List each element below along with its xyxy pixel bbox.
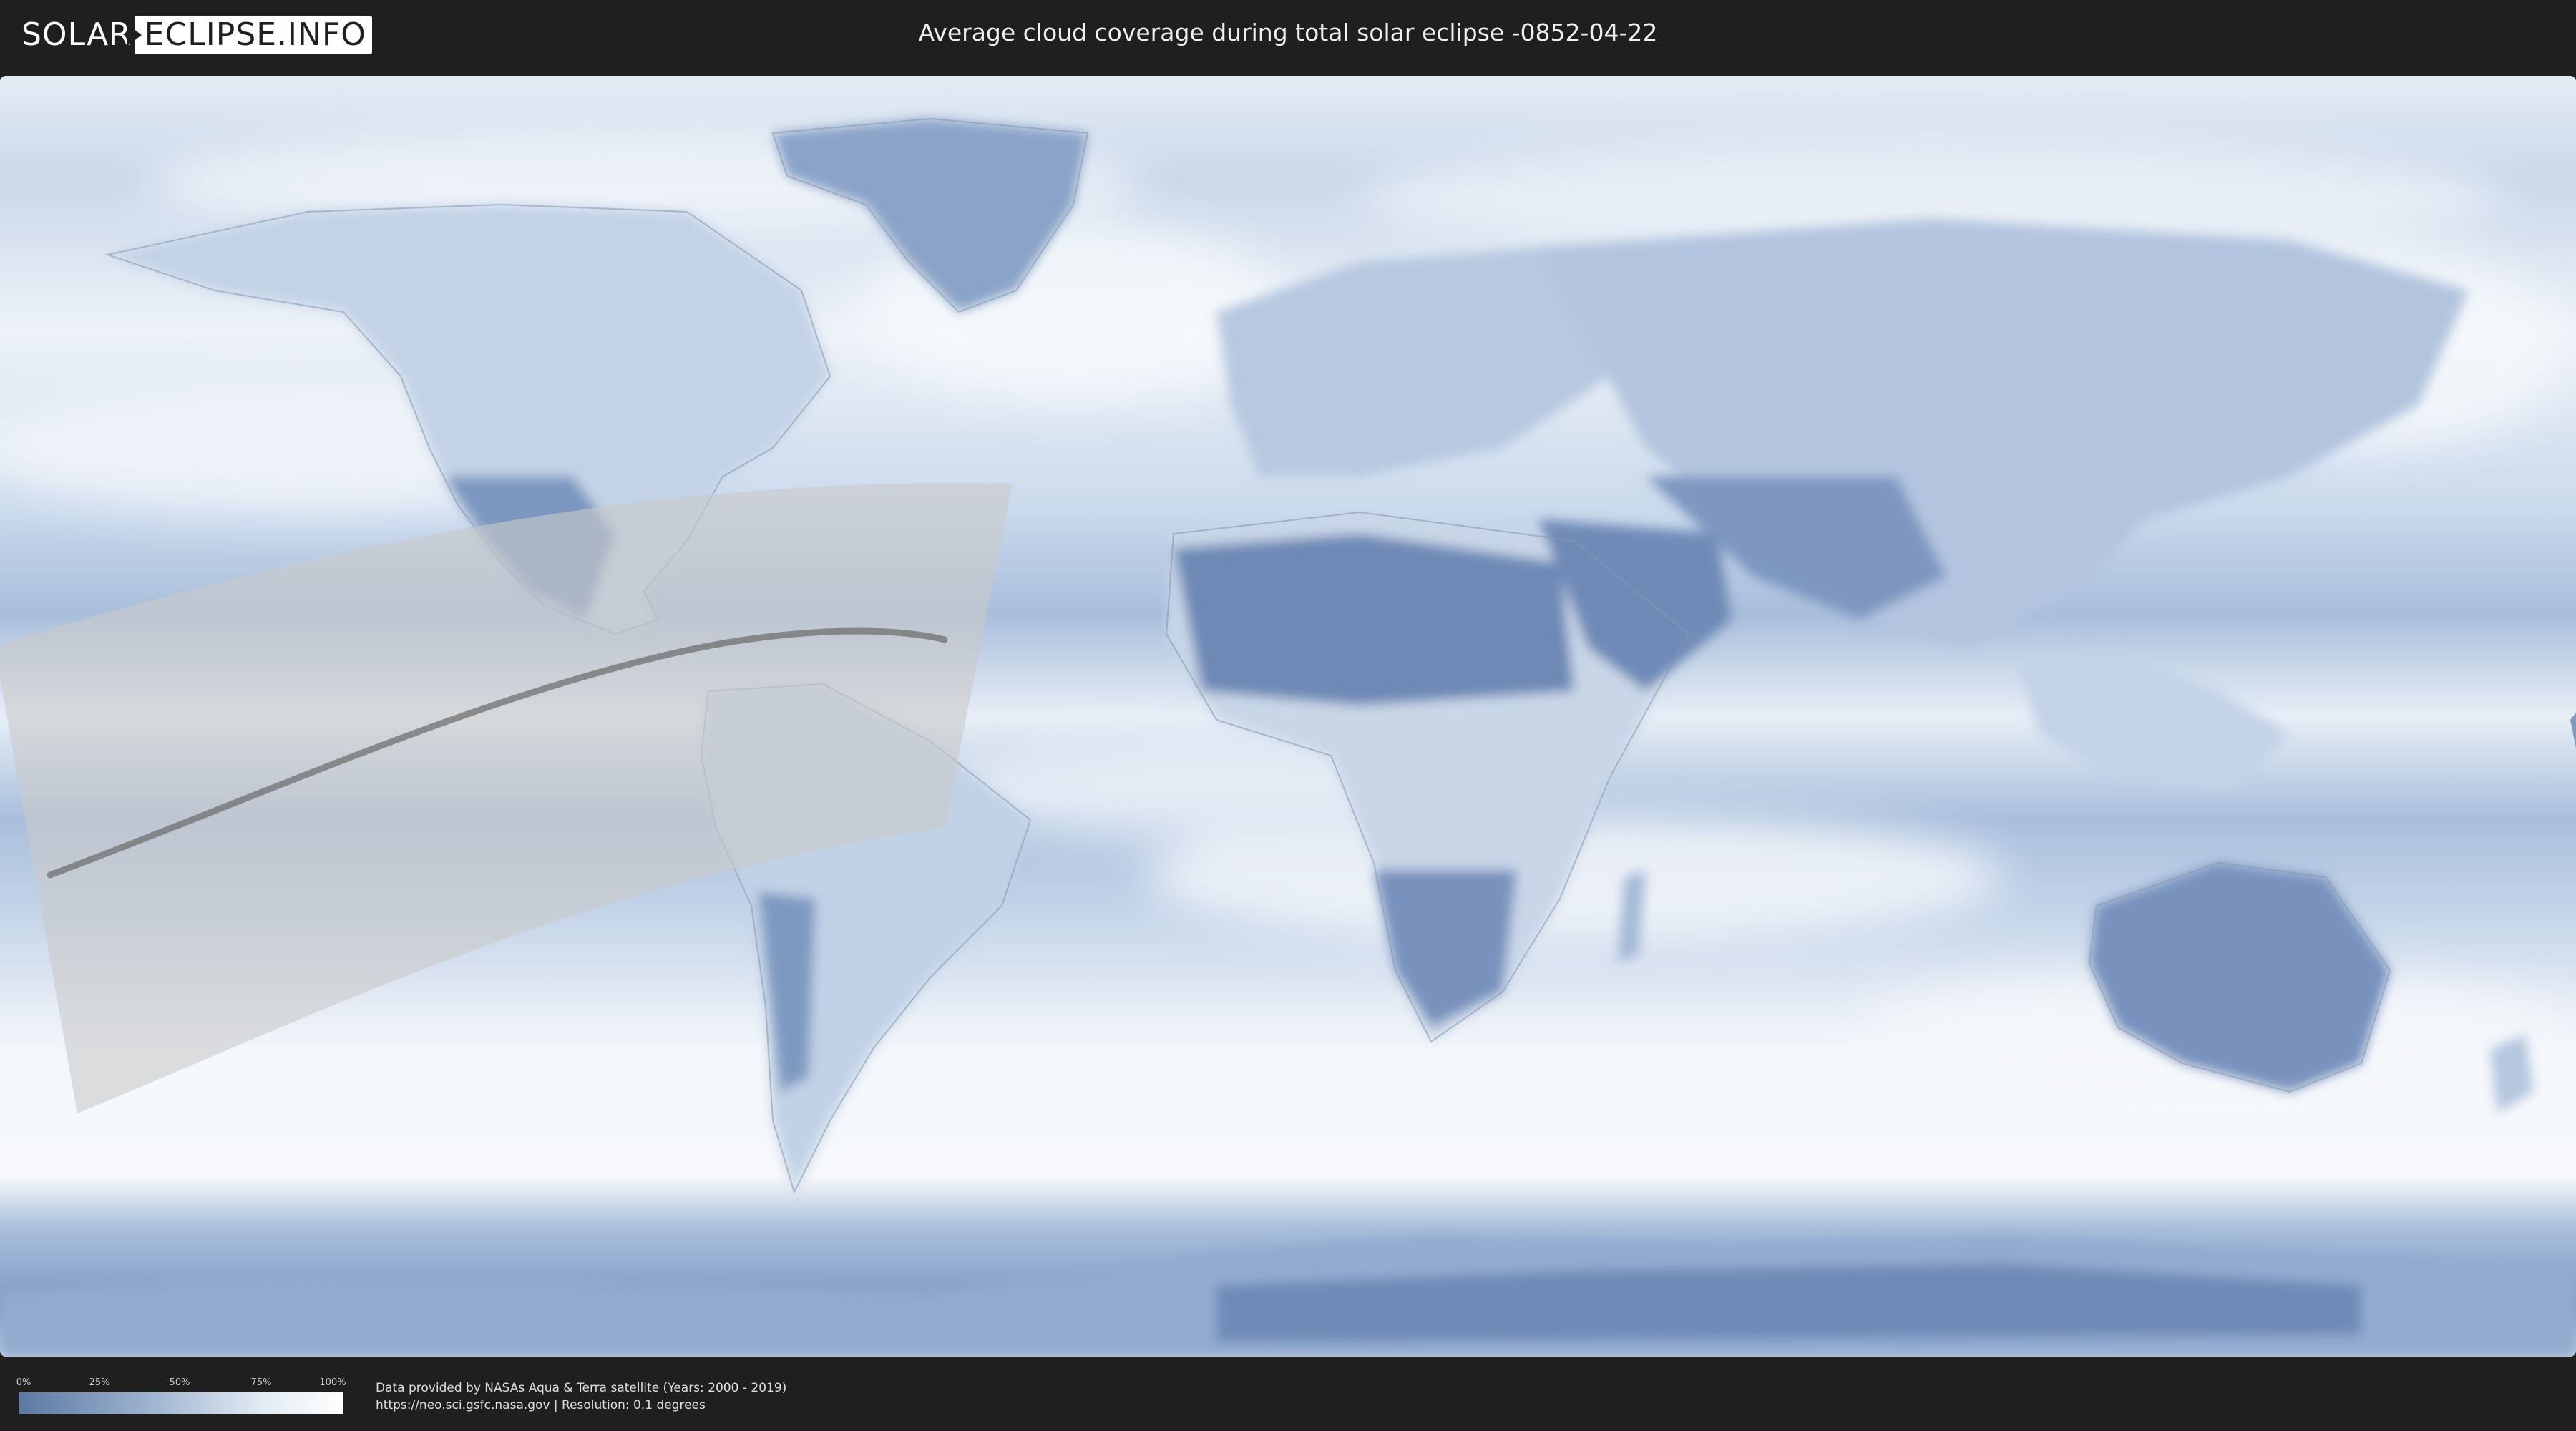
cloud-coverage-legend-bar xyxy=(19,1392,343,1414)
legend-tick-50: 50% xyxy=(169,1377,190,1388)
data-credits: Data provided by NASAs Aqua & Terra sate… xyxy=(376,1379,786,1414)
sahara xyxy=(1174,534,1574,705)
page-title: Average cloud coverage during total sola… xyxy=(918,19,1658,47)
credit-line-source: Data provided by NASAs Aqua & Terra sate… xyxy=(376,1381,787,1395)
world-map-svg xyxy=(0,76,2576,1357)
legend-tick-100: 100% xyxy=(319,1377,346,1388)
cloud-coverage-map xyxy=(0,76,2576,1357)
credit-line-resolution: https://neo.sci.gsfc.nasa.gov | Resoluti… xyxy=(376,1398,706,1412)
header-bar: SOLAR ECLIPSE.INFO Average cloud coverag… xyxy=(0,0,2576,72)
legend-tick-25: 25% xyxy=(89,1377,110,1388)
legend-tick-75: 75% xyxy=(250,1377,272,1388)
legend-tick-0: 0% xyxy=(16,1377,31,1388)
